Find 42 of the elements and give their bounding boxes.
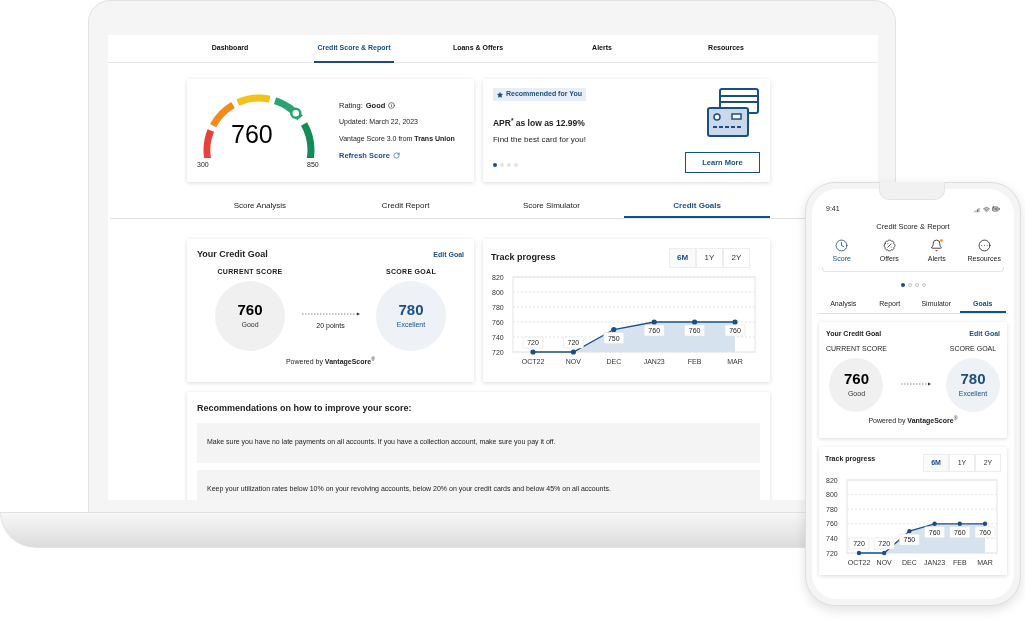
credit-score: 760 (231, 121, 273, 147)
data-point (907, 528, 912, 534)
range-tab[interactable]: 6M (669, 248, 696, 268)
section-tab[interactable]: Score Simulator (478, 196, 625, 218)
info-icon (388, 101, 396, 109)
battery-icon (992, 205, 1000, 213)
range-tab[interactable]: 1Y (696, 248, 723, 268)
data-point (570, 349, 576, 355)
score-value: 760 (843, 370, 869, 386)
signal-icon (974, 205, 981, 213)
data-point (882, 550, 887, 555)
credit-card-icon (706, 88, 760, 140)
section-tab[interactable]: Credit Goals (624, 196, 770, 218)
clock-icon (835, 239, 849, 253)
star-icon (497, 91, 503, 98)
data-point (932, 521, 937, 526)
promo-headline: APR$^{*}$ as low as 12.99% (493, 117, 586, 130)
data-point (856, 550, 862, 555)
score-value: 780 (960, 370, 986, 386)
refresh-icon (392, 152, 400, 160)
data-point (651, 319, 657, 325)
data-point (957, 521, 962, 526)
dashed-arrow (301, 311, 360, 316)
data-point (982, 521, 988, 526)
section-tab[interactable]: Score Analysis (187, 196, 333, 218)
dashed-arrow (901, 382, 932, 387)
data-point (530, 349, 536, 355)
data-point (732, 319, 738, 325)
percent-icon (882, 239, 896, 253)
card-title: Your Credit Goal (197, 248, 268, 261)
score-value: 760 (237, 301, 263, 317)
section-tab[interactable]: Credit Report (332, 196, 479, 218)
bell-icon (930, 239, 944, 253)
more-icon (977, 239, 991, 253)
data-point (692, 319, 698, 325)
data-point (611, 326, 617, 333)
score-value: 780 (398, 301, 424, 317)
wifi-icon (983, 205, 990, 213)
range-tab[interactable]: 2Y (723, 248, 750, 268)
recommendations-title: Recommendations on how to improve your score: (197, 402, 413, 415)
card-title: Track progress (491, 251, 556, 264)
promo-subtitle: Find the best card for you! (493, 133, 586, 146)
